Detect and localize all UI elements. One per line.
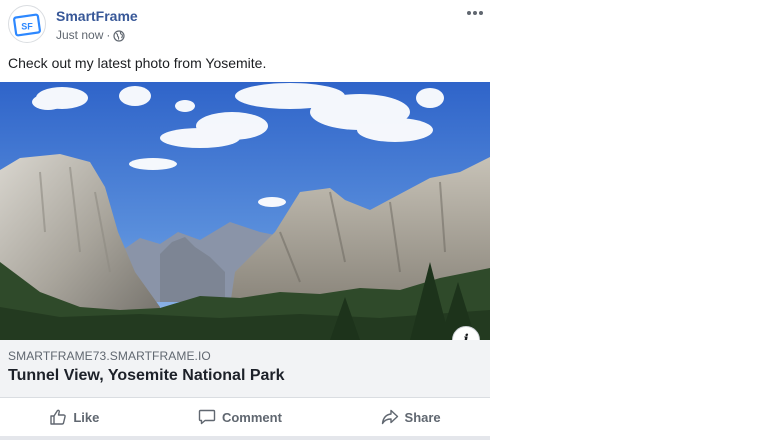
comment-icon [198, 409, 216, 425]
link-title[interactable]: Tunnel View, Yosemite National Park [8, 367, 285, 385]
thumbs-up-icon [50, 409, 67, 425]
link-preview[interactable]: SMARTFRAME73.SMARTFRAME.IO Tunnel View, … [0, 340, 490, 398]
yosemite-photo [0, 82, 490, 340]
post-divider [0, 436, 490, 440]
page-name-link[interactable]: SmartFrame [56, 8, 138, 24]
post-timestamp[interactable]: Just now [56, 28, 103, 42]
post-meta: Just now · [56, 28, 125, 42]
post-text: Check out my latest photo from Yosemite. [8, 55, 267, 71]
meta-separator: · [106, 28, 111, 42]
post-header: SF SmartFrame Just now · [0, 0, 490, 50]
svg-text:SF: SF [21, 22, 33, 32]
share-icon [381, 409, 398, 425]
page-avatar[interactable]: SF [8, 5, 46, 43]
comment-button[interactable]: Comment [188, 402, 292, 432]
post-photo[interactable] [0, 82, 490, 340]
share-label: Share [404, 409, 441, 425]
comment-label: Comment [221, 409, 282, 425]
more-dots-icon [467, 11, 483, 15]
more-options-button[interactable] [462, 4, 488, 22]
action-bar: Like Comment Share [0, 398, 490, 436]
like-label: Like [73, 409, 100, 425]
post-card: SF SmartFrame Just now · Check out my la… [0, 0, 490, 440]
share-button[interactable]: Share [371, 402, 451, 432]
link-domain: SMARTFRAME73.SMARTFRAME.IO [8, 349, 211, 363]
like-button[interactable]: Like [39, 402, 109, 432]
smartframe-logo-icon: SF [13, 13, 41, 37]
globe-icon[interactable] [113, 30, 125, 42]
